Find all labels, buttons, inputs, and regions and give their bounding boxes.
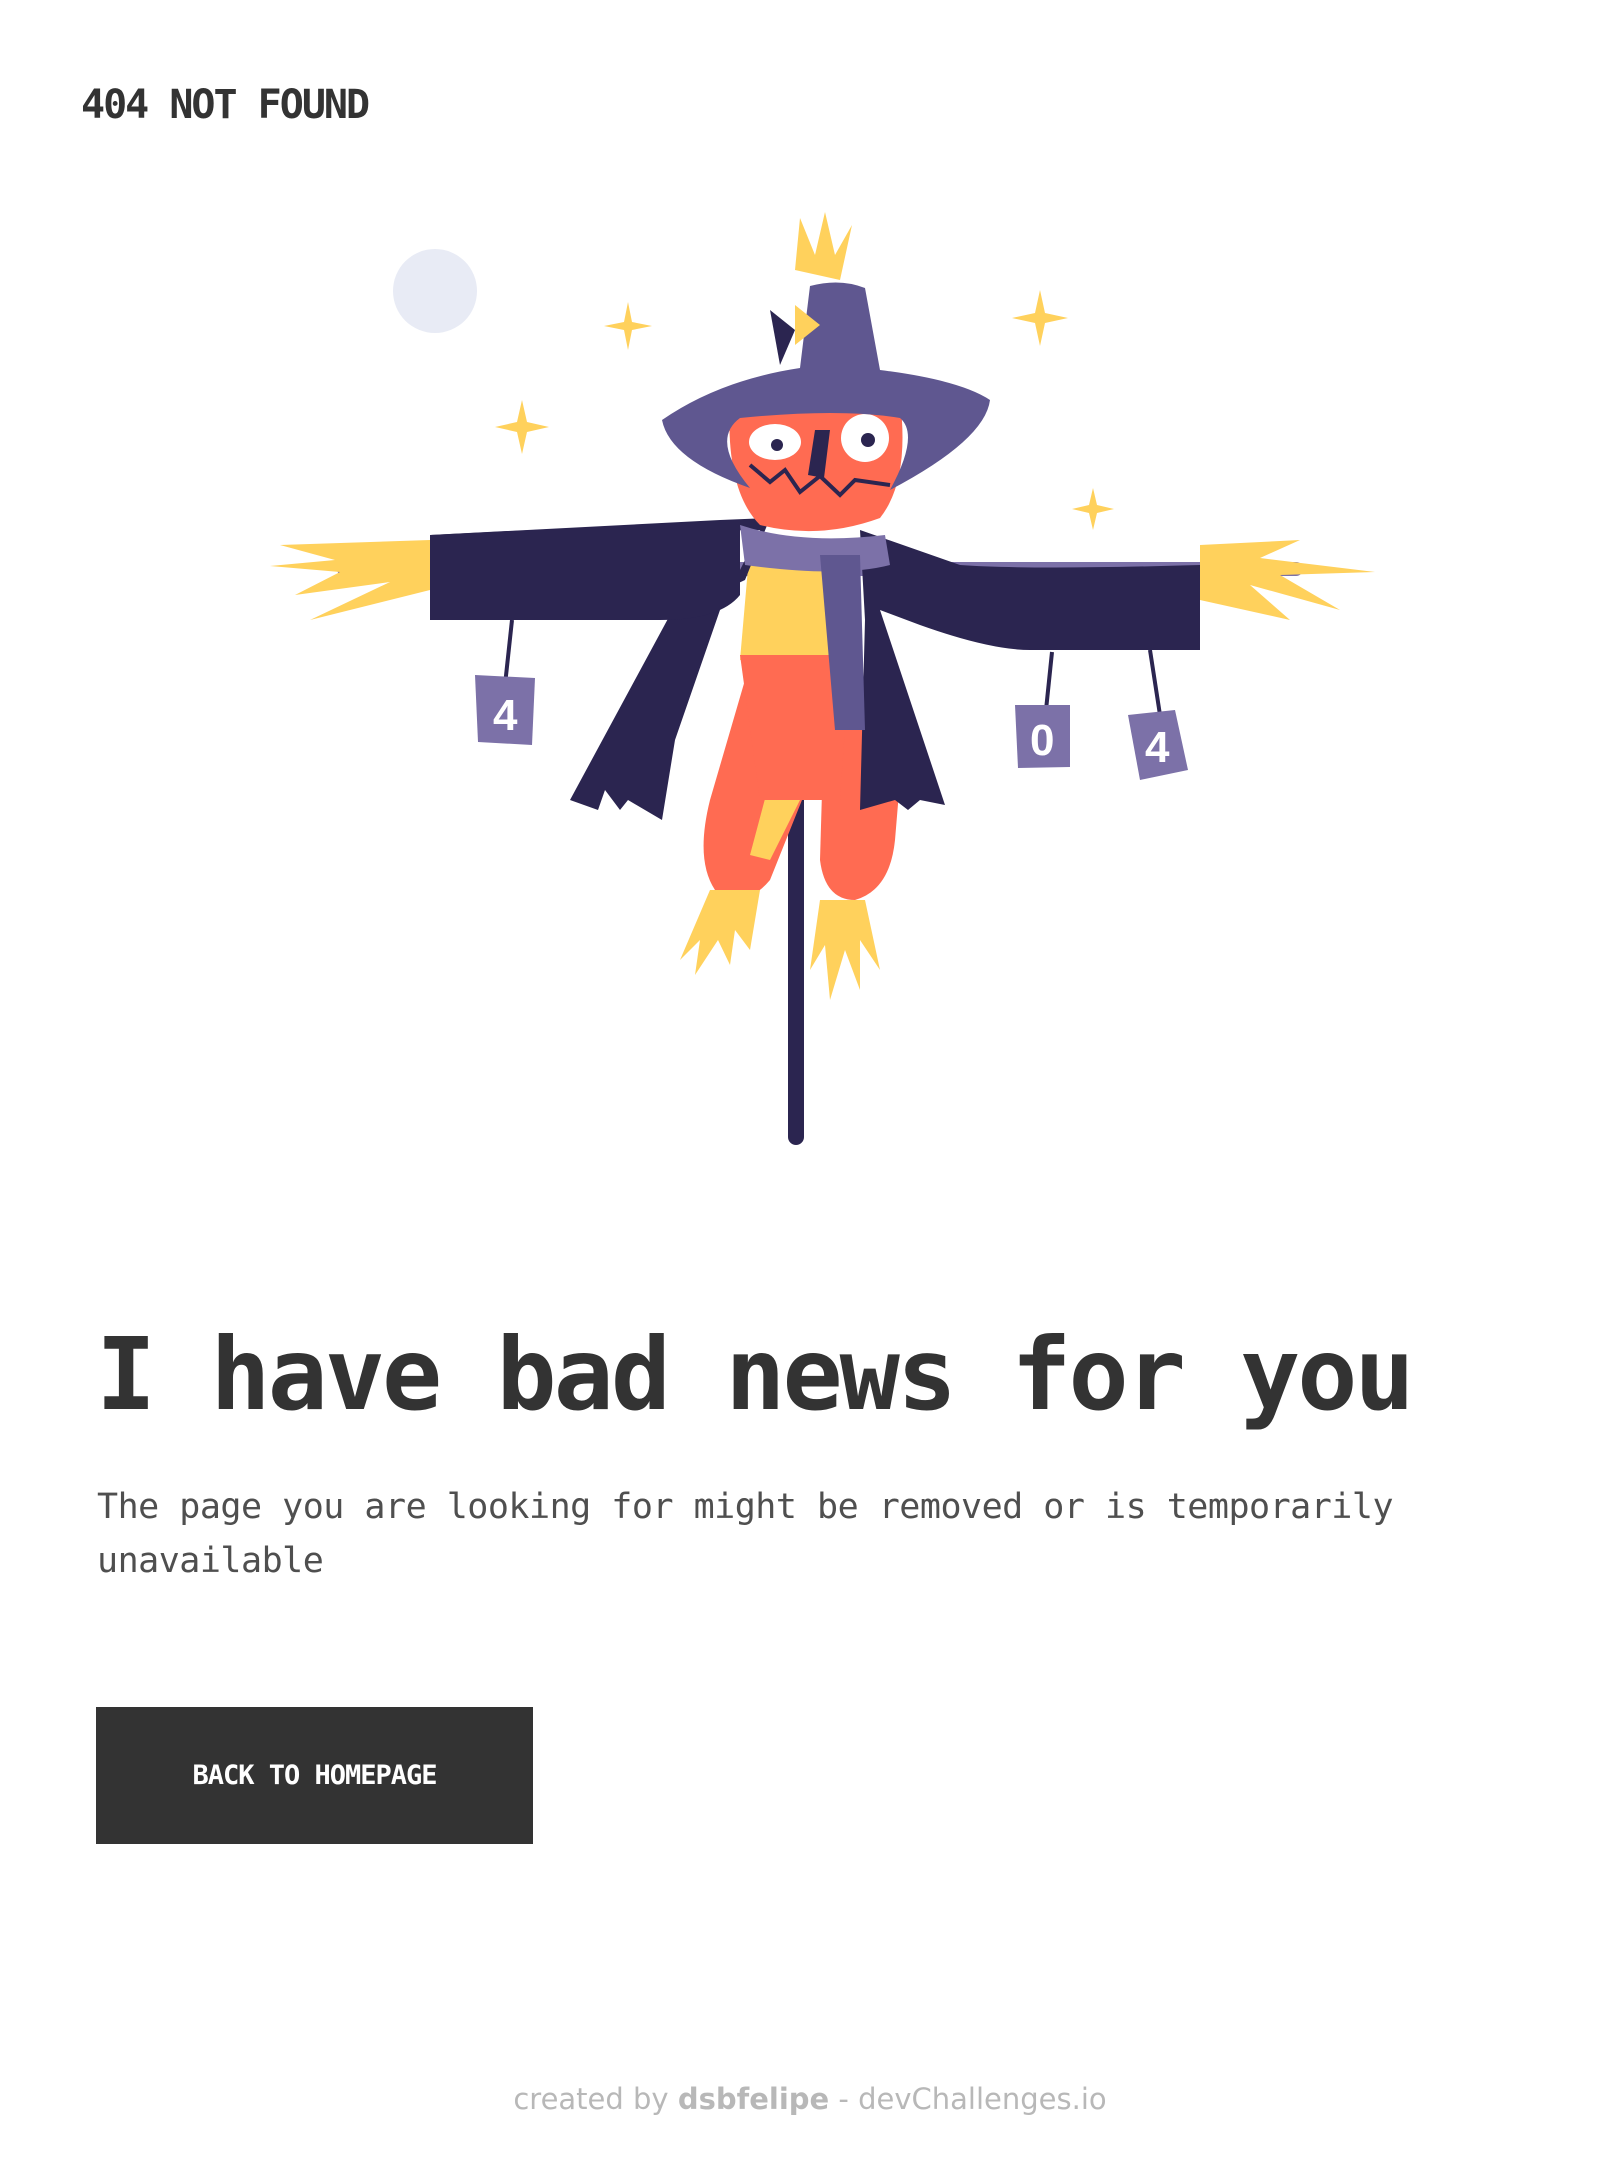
footer-separator: -	[838, 2082, 849, 2116]
can-label-2: 0	[1030, 716, 1054, 765]
can-label-1: 4	[493, 691, 518, 740]
site-logo[interactable]: 404 NOT FOUND	[81, 82, 370, 128]
scarf	[740, 525, 890, 572]
footer-credit: created by dsbfelipe - devChallenges.io	[0, 2082, 1620, 2116]
footer-author-link[interactable]: dsbfelipe	[678, 2082, 829, 2116]
footer-site-link[interactable]: devChallenges.io	[858, 2082, 1107, 2116]
back-to-homepage-button[interactable]: BACK TO HOMEPAGE	[96, 1707, 533, 1844]
footer-prefix: created by	[513, 2082, 669, 2116]
scarecrow-illustration: 4 0 4	[270, 212, 1375, 1145]
moon-icon	[393, 249, 477, 333]
page-headline: I have bad news for you	[96, 1316, 1415, 1433]
page-description: The page you are looking for might be re…	[97, 1487, 1394, 1581]
can-label-3: 4	[1145, 723, 1170, 772]
